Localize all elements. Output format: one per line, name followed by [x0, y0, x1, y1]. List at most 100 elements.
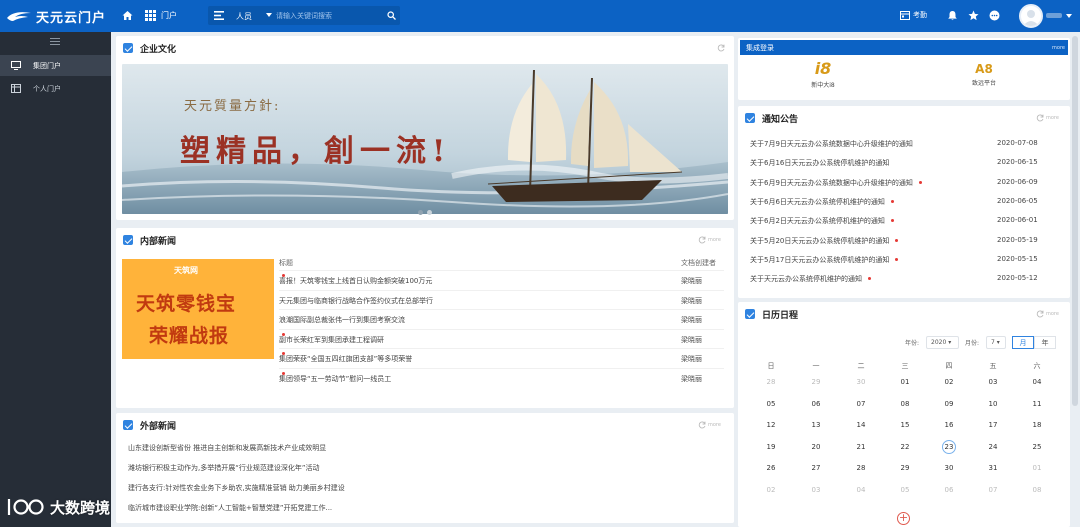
calendar-day[interactable]: 30 — [939, 464, 959, 472]
calendar-day[interactable]: 19 — [761, 443, 781, 451]
refresh-icon[interactable] — [1036, 114, 1044, 122]
more-link[interactable]: more — [708, 237, 721, 243]
avatar[interactable] — [1019, 4, 1043, 28]
star-icon[interactable] — [968, 10, 979, 21]
year-select[interactable]: 2020 ▾ — [926, 336, 959, 349]
calendar-day[interactable]: 15 — [895, 421, 915, 429]
table-row[interactable]: 浪潮国际副总裁张伟一行到集团考察交流 梁晓丽 — [279, 309, 724, 328]
news-title-link[interactable]: 浪潮国际副总裁张伟一行到集团考察交流 — [279, 315, 405, 325]
calendar-day[interactable]: 21 — [851, 443, 871, 451]
refresh-icon[interactable] — [698, 421, 706, 429]
calendar-day[interactable]: 13 — [806, 421, 826, 429]
list-item[interactable]: 关于6月16日天元云办公系统停机维护的通知 2020-06-15 — [750, 155, 1042, 174]
calendar-day[interactable]: 18 — [1027, 421, 1047, 429]
search-icon[interactable] — [387, 11, 396, 20]
refresh-icon[interactable] — [698, 236, 706, 244]
notice-title-link[interactable]: 关于天元云办公系统停机维护的通知 — [750, 274, 862, 284]
list-item[interactable]: 山东建设创新型省份 推进自主创新和发展高新技术产业成效明显 — [128, 443, 326, 453]
month-select[interactable]: 7 ▾ — [986, 336, 1006, 349]
calendar-day[interactable]: 01 — [895, 378, 915, 386]
notice-title-link[interactable]: 关于6月9日天元云办公系统数据中心升级维护的通知 — [750, 178, 913, 188]
calendar-day[interactable]: 07 — [851, 400, 871, 408]
calendar-day[interactable]: 04 — [1027, 378, 1047, 386]
calendar-day[interactable]: 05 — [761, 400, 781, 408]
promo-banner[interactable]: 天筑网 天筑零钱宝 荣耀战报 — [122, 259, 274, 359]
culture-banner[interactable]: 天元質量方針: 塑精品，創一流! — [122, 64, 728, 214]
list-item[interactable]: 关于6月2日天元云办公系统停机维护的通知 2020-06-01 — [750, 213, 1042, 232]
app-launcher-a8[interactable]: A8 致远平台 — [954, 59, 1014, 87]
more-link[interactable]: more — [1046, 311, 1059, 317]
list-item[interactable]: 临沂城市建设职业学院:创新“人工智能+智慧党建”开拓党建工作... — [128, 503, 332, 513]
calendar-day[interactable]: 29 — [806, 378, 826, 386]
search-input[interactable] — [276, 9, 386, 22]
sidebar-item-personal-portal[interactable]: 个人门户 — [0, 78, 111, 99]
home-icon[interactable] — [122, 10, 133, 21]
app-launcher-i8[interactable]: i8 新中大i8 — [793, 59, 853, 89]
calendar-day[interactable]: 10 — [983, 400, 1003, 408]
news-title-link[interactable]: 副市长荣红军到集团承建工程调研 — [279, 335, 384, 345]
calendar-day[interactable]: 25 — [1027, 443, 1047, 451]
calendar-day[interactable]: 22 — [895, 443, 915, 451]
add-event-button[interactable]: + — [897, 512, 910, 525]
calendar-day[interactable]: 01 — [1027, 464, 1047, 472]
notice-title-link[interactable]: 关于6月2日天元云办公系统停机维护的通知 — [750, 216, 885, 226]
user-name[interactable] — [1046, 13, 1062, 18]
notice-title-link[interactable]: 关于7月9日天元云办公系统数据中心升级维护的通知 — [750, 139, 913, 149]
calendar-day[interactable]: 11 — [1027, 400, 1047, 408]
search-scope-select[interactable]: 人员 — [236, 11, 252, 22]
notice-title-link[interactable]: 关于5月20日天元云办公系统停机维护的通知 — [750, 236, 889, 246]
calendar-day[interactable]: 29 — [895, 464, 915, 472]
news-title-link[interactable]: 集团荣获“全国五四红旗团支部”等多项荣誉 — [279, 354, 412, 364]
table-row[interactable]: 副市长荣红军到集团承建工程调研 梁晓丽 — [279, 328, 724, 348]
more-link[interactable]: more — [1052, 45, 1065, 51]
calendar-day[interactable]: 16 — [939, 421, 959, 429]
table-row[interactable]: 集团领导“五一劳动节”慰问一线员工 梁晓丽 — [279, 367, 724, 387]
notice-title-link[interactable]: 关于6月6日天元云办公系统停机维护的通知 — [750, 197, 885, 207]
app-logo[interactable]: 天元云门户 — [6, 6, 106, 26]
page-scrollbar[interactable] — [1072, 36, 1078, 406]
calendar-day[interactable]: 28 — [851, 464, 871, 472]
refresh-icon[interactable] — [717, 44, 725, 52]
calendar-day[interactable]: 08 — [1027, 486, 1047, 494]
list-menu-icon[interactable] — [214, 11, 224, 20]
calendar-day[interactable]: 04 — [851, 486, 871, 494]
list-item[interactable]: 关于5月20日天元云办公系统停机维护的通知 2020-05-19 — [750, 233, 1042, 252]
carousel-dot-2[interactable] — [427, 210, 432, 215]
calendar-day[interactable]: 27 — [806, 464, 826, 472]
chat-icon[interactable] — [989, 10, 1000, 21]
list-item[interactable]: 关于7月9日天元云办公系统数据中心升级维护的通知 2020-07-08 — [750, 136, 1042, 155]
calendar-day[interactable]: 03 — [983, 378, 1003, 386]
view-year-button[interactable]: 年 — [1034, 336, 1056, 349]
calendar-day[interactable]: 09 — [939, 400, 959, 408]
chevron-down-icon[interactable] — [1066, 14, 1072, 18]
news-title-link[interactable]: 天元集团与临商银行战略合作签约仪式在总部举行 — [279, 296, 433, 306]
sidebar-item-group-portal[interactable]: 集团门户 — [0, 55, 111, 76]
calendar-day[interactable]: 20 — [806, 443, 826, 451]
calendar-day[interactable]: 07 — [983, 486, 1003, 494]
calendar-day-today[interactable]: 23 — [942, 439, 956, 454]
calendar-day[interactable]: 02 — [761, 486, 781, 494]
list-item[interactable]: 建行各支行:针对性农金业务下乡助农,实施精准营销 助力美丽乡村建设 — [128, 483, 345, 493]
view-month-button[interactable]: 月 — [1012, 336, 1034, 349]
calendar-day[interactable]: 17 — [983, 421, 1003, 429]
notice-title-link[interactable]: 关于6月16日天元云办公系统停机维护的通知 — [750, 158, 889, 168]
list-item[interactable]: 关于5月17日天元云办公系统停机维护的通知 2020-05-15 — [750, 252, 1042, 271]
calendar-day[interactable]: 26 — [761, 464, 781, 472]
list-item[interactable]: 关于6月6日天元云办公系统停机维护的通知 2020-06-05 — [750, 194, 1042, 213]
calendar-day[interactable]: 06 — [806, 400, 826, 408]
refresh-icon[interactable] — [1036, 310, 1044, 318]
table-row[interactable]: 天元集团与临商银行战略合作签约仪式在总部举行 梁晓丽 — [279, 289, 724, 309]
collapse-menu-icon[interactable] — [50, 38, 60, 45]
calendar-day[interactable]: 14 — [851, 421, 871, 429]
calendar-day[interactable]: 30 — [851, 378, 871, 386]
table-row[interactable]: 集团荣获“全国五四红旗团支部”等多项荣誉 梁晓丽 — [279, 348, 724, 367]
table-row[interactable]: 喜报！天筑零钱宝上线首日认购金额突破100万元 梁晓丽 — [279, 270, 724, 289]
list-item[interactable]: 关于6月9日天元云办公系统数据中心升级维护的通知 2020-06-09 — [750, 175, 1042, 194]
calendar-day[interactable]: 02 — [939, 378, 959, 386]
news-title-link[interactable]: 喜报！天筑零钱宝上线首日认购金额突破100万元 — [279, 276, 432, 286]
nav-portal-link[interactable]: 门户 — [161, 10, 177, 21]
list-item[interactable]: 潍坊银行积极主动作为,多举措开展“行业规范建设深化年”活动 — [128, 463, 319, 473]
list-item[interactable]: 关于天元云办公系统停机维护的通知 2020-05-12 — [750, 271, 1042, 290]
calendar-day[interactable]: 12 — [761, 421, 781, 429]
calendar-day[interactable]: 31 — [983, 464, 1003, 472]
